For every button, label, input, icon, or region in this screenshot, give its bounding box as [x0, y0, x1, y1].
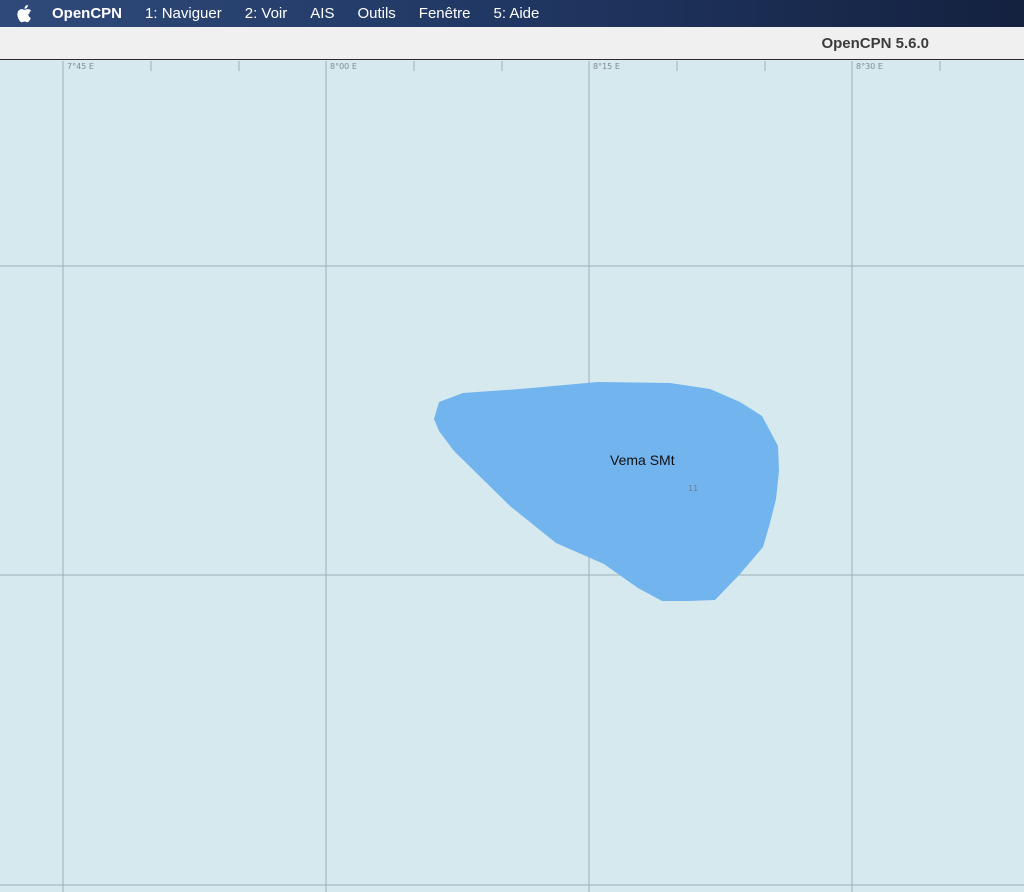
apple-logo-icon[interactable]: [14, 4, 34, 24]
longitude-label: 8°00 E: [330, 62, 357, 71]
window-title-bar[interactable]: OpenCPN 5.6.0: [0, 27, 1024, 60]
longitude-label: 8°30 E: [856, 62, 883, 71]
menu-fenetre[interactable]: Fenêtre: [419, 5, 471, 22]
menu-voir[interactable]: 2: Voir: [245, 5, 288, 22]
chart-svg[interactable]: 7°45 E 8°00 E 8°15 E 8°30 E Vema SMt 11: [0, 61, 1024, 892]
depth-sounding-label: 11: [688, 484, 698, 493]
seamount-name-label: Vema SMt: [610, 452, 675, 468]
seamount-shallow-area[interactable]: [434, 382, 779, 601]
top-scale-ticks: [150, 61, 941, 71]
menu-ais[interactable]: AIS: [310, 5, 334, 22]
chart-canvas[interactable]: 7°45 E 8°00 E 8°15 E 8°30 E Vema SMt 11: [0, 61, 1024, 892]
menu-bar: OpenCPN 1: Naviguer 2: Voir AIS Outils F…: [0, 0, 1024, 27]
window-title: OpenCPN 5.6.0: [821, 35, 929, 52]
longitude-label: 7°45 E: [67, 62, 94, 71]
menu-outils[interactable]: Outils: [357, 5, 395, 22]
menu-app-opencpn[interactable]: OpenCPN: [52, 5, 122, 22]
menu-naviguer[interactable]: 1: Naviguer: [145, 5, 222, 22]
longitude-label: 8°15 E: [593, 62, 620, 71]
menu-aide[interactable]: 5: Aide: [494, 5, 540, 22]
